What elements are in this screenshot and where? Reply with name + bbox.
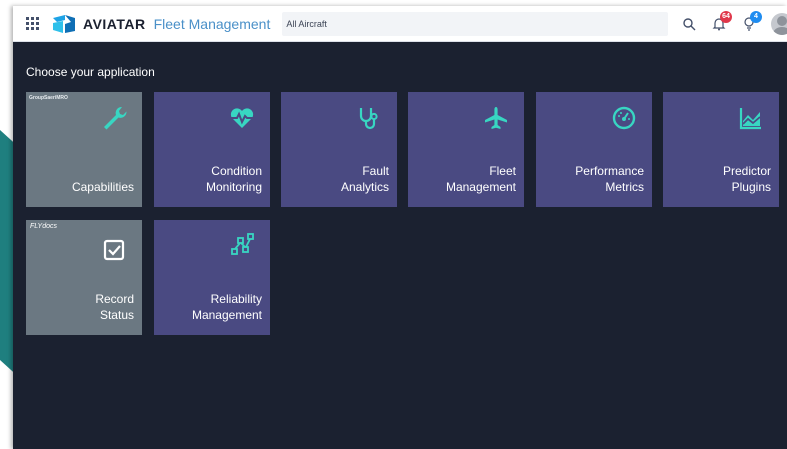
search-icon[interactable] <box>679 14 699 34</box>
stethoscope-icon <box>359 108 378 130</box>
aircraft-filter-value: All Aircraft <box>286 18 327 29</box>
gauge-icon <box>612 106 636 130</box>
app-grid-icon[interactable] <box>21 13 43 35</box>
wrench-icon <box>104 106 127 130</box>
tile-label: Fleet Management <box>445 164 516 194</box>
tile-label: Fault Analytics <box>340 164 389 194</box>
flydocs-logo: FLYdocs <box>30 223 57 230</box>
tile-label: Predictor Plugins <box>722 164 771 194</box>
logo[interactable]: AVIATAR <box>51 14 146 34</box>
checkbox-icon <box>103 239 125 261</box>
tile-label: Performance Metrics <box>575 164 644 194</box>
top-bar: AVIATAR Fleet Management All Aircraft 64… <box>13 6 787 42</box>
notifications-badge: 64 <box>720 10 732 23</box>
heartbeat-icon <box>230 108 254 128</box>
tile-label: Capabilities <box>71 180 134 194</box>
aircraft-filter-field[interactable]: All Aircraft <box>282 11 669 36</box>
tile-label: Reliability Management <box>191 292 262 322</box>
chart-icon <box>739 108 761 130</box>
tile-record-status[interactable]: FLYdocs Record Status <box>26 220 142 335</box>
lightbulb-icon[interactable]: 4 <box>739 10 762 34</box>
tile-condition-monitoring[interactable]: Condition Monitoring <box>154 92 270 207</box>
groupsaeri-logo: GroupSaeriMRO <box>29 95 68 101</box>
tile-performance-metrics[interactable]: Performance Metrics <box>536 92 652 207</box>
notifications-bell-icon[interactable]: 64 <box>709 10 732 34</box>
aviatar-logo-icon <box>53 14 75 33</box>
avatar[interactable] <box>771 12 787 35</box>
brand-name: AVIATAR <box>83 15 146 32</box>
product-name[interactable]: Fleet Management <box>154 16 271 32</box>
tile-reliability-management[interactable]: Reliability Management <box>154 220 270 335</box>
tile-label: Record Status <box>95 292 134 322</box>
app-window: AVIATAR Fleet Management All Aircraft 64… <box>13 6 787 449</box>
tile-predictor-plugins[interactable]: Predictor Plugins <box>663 92 779 207</box>
tile-capabilities[interactable]: GroupSaeriMRO Capabilities <box>26 92 142 207</box>
tile-fault-analytics[interactable]: Fault Analytics <box>281 92 397 207</box>
nodes-icon <box>231 233 254 255</box>
airplane-icon <box>485 107 507 129</box>
tile-label: Condition Monitoring <box>205 164 262 194</box>
screen: AVIATAR Fleet Management All Aircraft 64… <box>0 0 787 449</box>
ideas-badge: 4 <box>750 10 762 23</box>
page-title: Choose your application <box>26 65 155 79</box>
top-actions: 64 4 <box>669 10 787 35</box>
tile-fleet-management[interactable]: Fleet Management <box>408 92 524 207</box>
